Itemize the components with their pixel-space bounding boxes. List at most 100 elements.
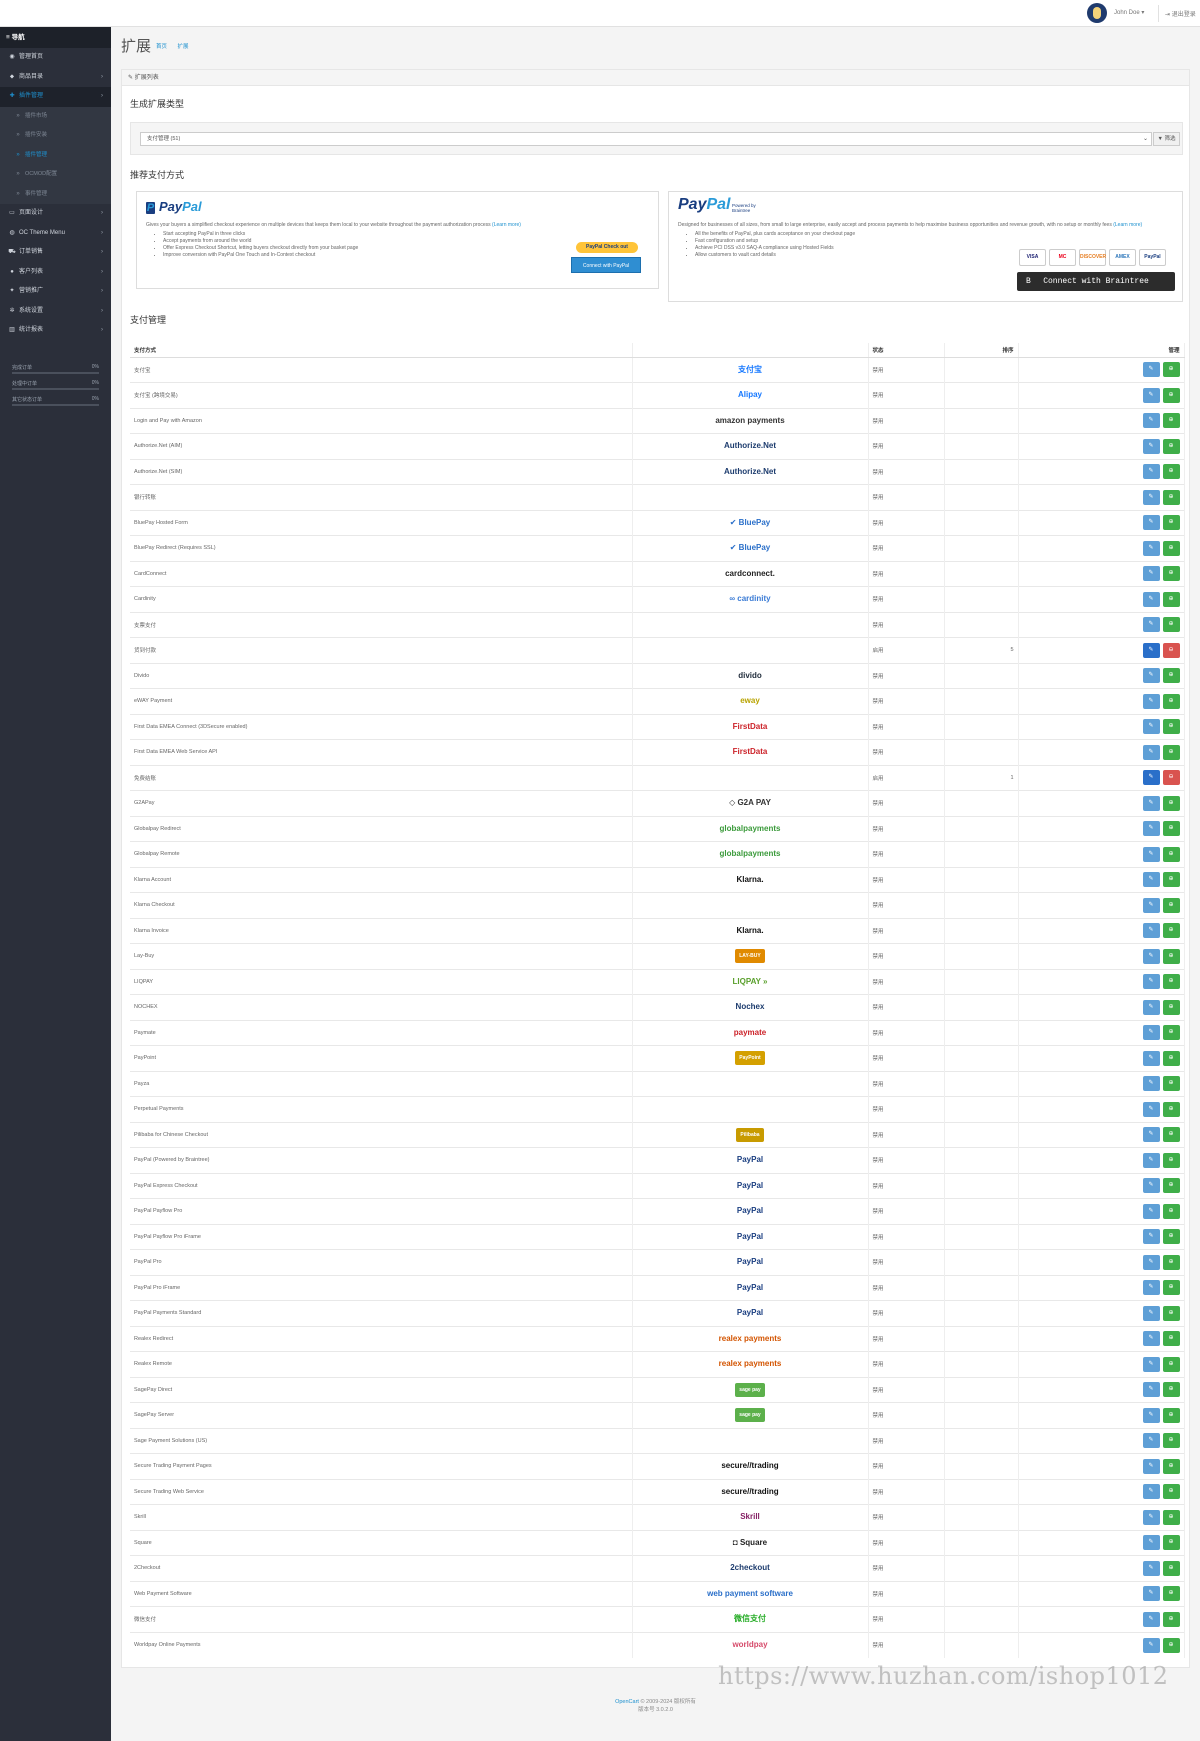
install-button[interactable]: ⊕ [1162, 1433, 1180, 1449]
logout-link[interactable]: ⇥ 退出登录 [1165, 9, 1196, 18]
install-button[interactable]: ⊕ [1162, 1076, 1180, 1092]
sidebar-item-12[interactable]: ● 客户列表 › [0, 263, 111, 283]
edit-button[interactable]: ✎ [1142, 974, 1160, 990]
edit-button[interactable]: ✎ [1142, 1484, 1160, 1500]
edit-button[interactable]: ✎ [1142, 566, 1160, 582]
sidebar-item-2[interactable]: ⬥ 商品目录 › [0, 68, 111, 88]
edit-button[interactable]: ✎ [1142, 1101, 1160, 1117]
install-button[interactable]: ⊕ [1162, 795, 1180, 811]
install-button[interactable]: ⊕ [1162, 744, 1180, 760]
paypal-learn-more[interactable]: (Learn more) [492, 222, 521, 228]
install-button[interactable]: ⊕ [1162, 1229, 1180, 1245]
edit-button[interactable]: ✎ [1142, 489, 1160, 505]
sidebar-item-7[interactable]: » OCMOD配置 [0, 165, 111, 185]
install-button[interactable]: ⊕ [1162, 821, 1180, 837]
edit-button[interactable]: ✎ [1142, 438, 1160, 454]
sidebar-item-1[interactable]: ◉ 管理首页 [0, 48, 111, 68]
install-button[interactable]: ⊕ [1162, 999, 1180, 1015]
edit-button[interactable]: ✎ [1142, 795, 1160, 811]
edit-button[interactable]: ✎ [1142, 617, 1160, 633]
edit-button[interactable]: ✎ [1142, 1509, 1160, 1525]
sidebar-item-3[interactable]: ✚ 插件管理 › [0, 87, 111, 107]
sidebar-item-4[interactable]: » 插件市场 [0, 106, 111, 126]
braintree-learn-more[interactable]: (Learn more) [1113, 222, 1142, 228]
breadcrumb-home[interactable]: 首页 [156, 44, 167, 50]
paypal-checkout-button[interactable]: PayPal Check out [576, 242, 638, 253]
sidebar-item-6[interactable]: » 插件管理 [0, 145, 111, 165]
install-button[interactable]: ⊕ [1162, 489, 1180, 505]
edit-button[interactable]: ✎ [1142, 1280, 1160, 1296]
edit-button[interactable]: ✎ [1142, 846, 1160, 862]
install-button[interactable]: ⊕ [1162, 617, 1180, 633]
filter-button[interactable]: ▼ 筛选 [1153, 132, 1180, 146]
install-button[interactable]: ⊕ [1162, 1458, 1180, 1474]
sidebar-item-9[interactable]: ▭ 页面设计 › [0, 204, 111, 224]
sidebar-item-14[interactable]: ✲ 系统设置 › [0, 302, 111, 322]
sidebar-item-5[interactable]: » 插件安装 [0, 126, 111, 146]
install-button[interactable]: ⊕ [1162, 1586, 1180, 1602]
edit-button[interactable]: ✎ [1142, 1331, 1160, 1347]
edit-button[interactable]: ✎ [1142, 1535, 1160, 1551]
edit-button[interactable]: ✎ [1142, 744, 1160, 760]
install-button[interactable]: ⊕ [1162, 1356, 1180, 1372]
install-button[interactable]: ⊕ [1162, 591, 1180, 607]
edit-button[interactable]: ✎ [1142, 923, 1160, 939]
edit-button[interactable]: ✎ [1142, 642, 1160, 658]
install-button[interactable]: ⊕ [1162, 1178, 1180, 1194]
edit-button[interactable]: ✎ [1142, 1458, 1160, 1474]
sidebar-item-11[interactable]: ⛟ 订单销售 › [0, 243, 111, 263]
install-button[interactable]: ⊕ [1162, 1484, 1180, 1500]
edit-button[interactable]: ✎ [1142, 464, 1160, 480]
sidebar-item-8[interactable]: » 事件管理 [0, 184, 111, 204]
edit-button[interactable]: ✎ [1142, 1076, 1160, 1092]
edit-button[interactable]: ✎ [1142, 821, 1160, 837]
edit-button[interactable]: ✎ [1142, 1025, 1160, 1041]
sidebar-item-13[interactable]: ✦ 营销推广 › [0, 282, 111, 302]
edit-button[interactable]: ✎ [1142, 413, 1160, 429]
install-button[interactable]: ⊕ [1162, 1025, 1180, 1041]
edit-button[interactable]: ✎ [1142, 872, 1160, 888]
extension-type-select[interactable]: 支付管理 (51) ⌄ [140, 132, 1152, 146]
install-button[interactable]: ⊕ [1162, 1305, 1180, 1321]
install-button[interactable]: ⊕ [1162, 387, 1180, 403]
install-button[interactable]: ⊕ [1162, 897, 1180, 913]
connect-paypal-button[interactable]: Connect with PayPal [571, 257, 641, 273]
edit-button[interactable]: ✎ [1142, 693, 1160, 709]
edit-button[interactable]: ✎ [1142, 1178, 1160, 1194]
install-button[interactable]: ⊕ [1162, 1331, 1180, 1347]
install-button[interactable]: ⊕ [1162, 974, 1180, 990]
install-button[interactable]: ⊕ [1162, 693, 1180, 709]
user-avatar[interactable] [1087, 3, 1107, 23]
edit-button[interactable]: ✎ [1142, 1407, 1160, 1423]
uninstall-button[interactable]: ⊖ [1162, 642, 1180, 658]
edit-button[interactable]: ✎ [1142, 1611, 1160, 1627]
breadcrumb-current[interactable]: 扩展 [178, 44, 189, 50]
edit-button[interactable]: ✎ [1142, 1433, 1160, 1449]
footer-brand-link[interactable]: OpenCart [615, 1699, 639, 1705]
edit-button[interactable]: ✎ [1142, 1152, 1160, 1168]
uninstall-button[interactable]: ⊖ [1162, 770, 1180, 786]
edit-button[interactable]: ✎ [1142, 948, 1160, 964]
install-button[interactable]: ⊕ [1162, 515, 1180, 531]
install-button[interactable]: ⊕ [1162, 1611, 1180, 1627]
install-button[interactable]: ⊕ [1162, 362, 1180, 378]
install-button[interactable]: ⊕ [1162, 1203, 1180, 1219]
edit-button[interactable]: ✎ [1142, 1203, 1160, 1219]
install-button[interactable]: ⊕ [1162, 464, 1180, 480]
install-button[interactable]: ⊕ [1162, 1407, 1180, 1423]
edit-button[interactable]: ✎ [1142, 999, 1160, 1015]
edit-button[interactable]: ✎ [1142, 897, 1160, 913]
install-button[interactable]: ⊕ [1162, 846, 1180, 862]
install-button[interactable]: ⊕ [1162, 413, 1180, 429]
install-button[interactable]: ⊕ [1162, 948, 1180, 964]
edit-button[interactable]: ✎ [1142, 1050, 1160, 1066]
edit-button[interactable]: ✎ [1142, 591, 1160, 607]
install-button[interactable]: ⊕ [1162, 1535, 1180, 1551]
edit-button[interactable]: ✎ [1142, 1127, 1160, 1143]
install-button[interactable]: ⊕ [1162, 668, 1180, 684]
edit-button[interactable]: ✎ [1142, 1637, 1160, 1653]
install-button[interactable]: ⊕ [1162, 1560, 1180, 1576]
install-button[interactable]: ⊕ [1162, 872, 1180, 888]
edit-button[interactable]: ✎ [1142, 770, 1160, 786]
install-button[interactable]: ⊕ [1162, 1382, 1180, 1398]
